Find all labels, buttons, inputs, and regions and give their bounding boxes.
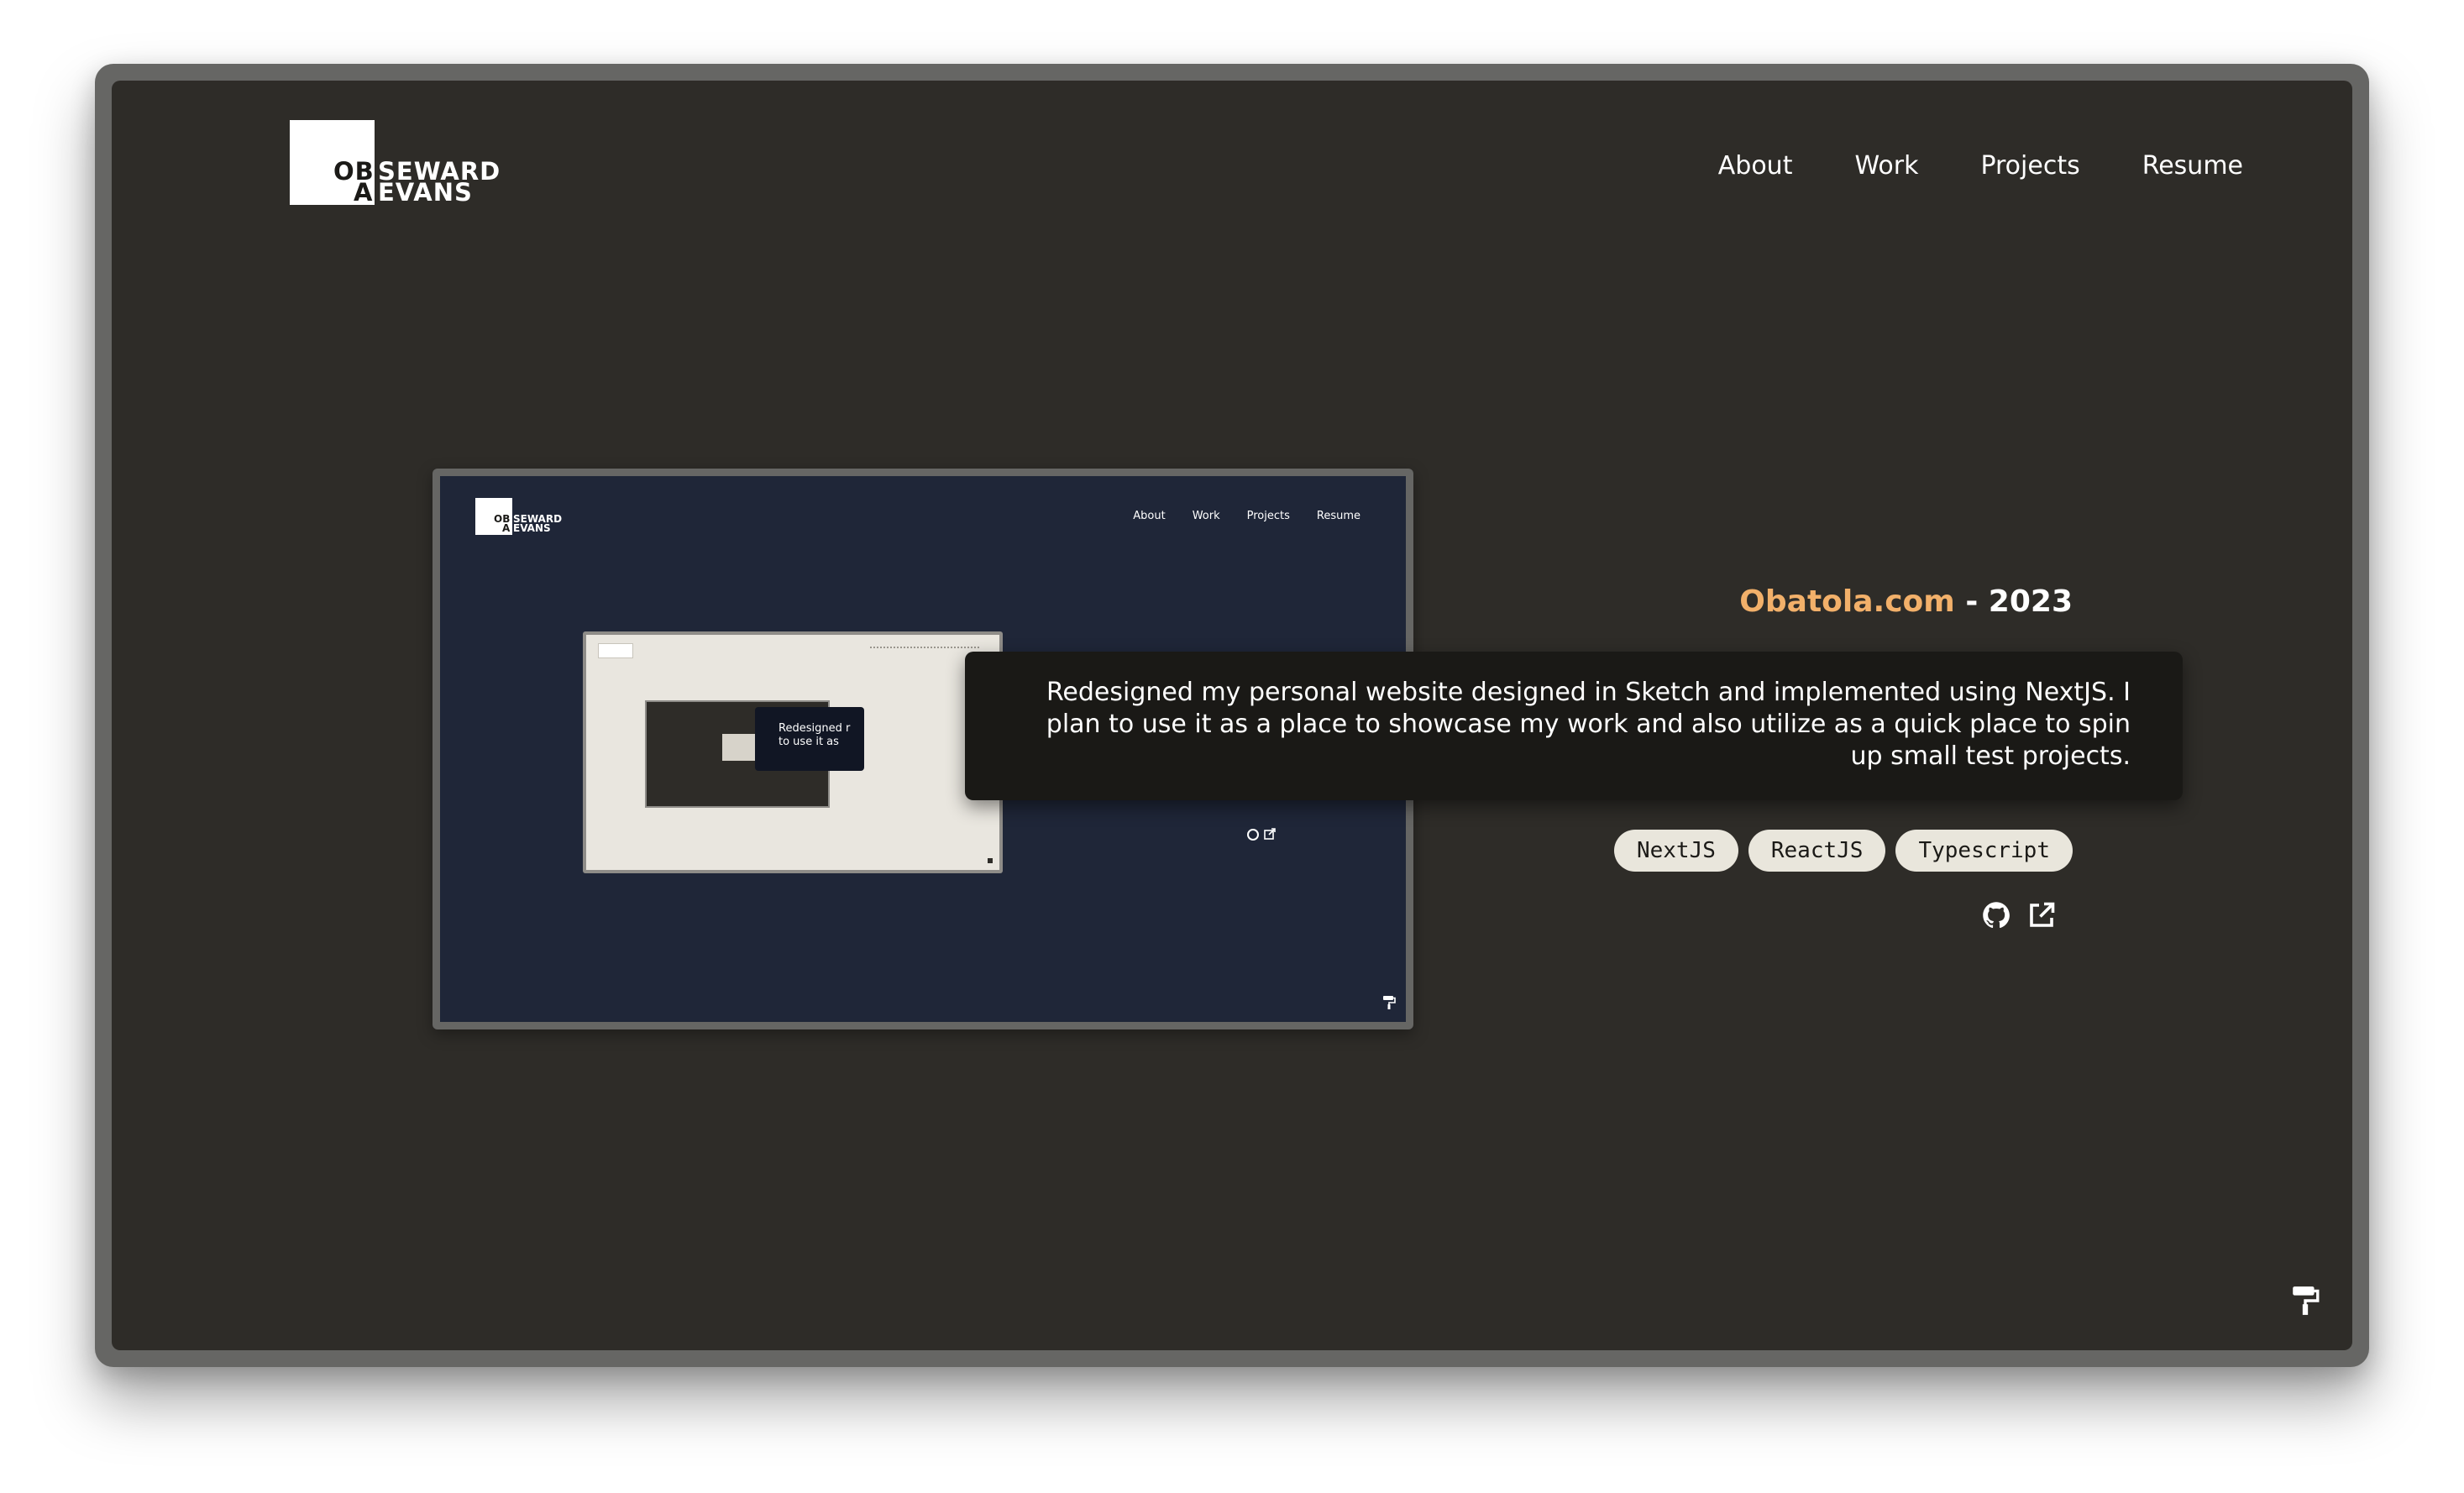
preview-github-icon <box>1247 828 1276 841</box>
project-description: Redesigned my personal website designed … <box>1046 678 2131 771</box>
project-tags: NextJS ReactJS Typescript <box>1613 830 2073 872</box>
preview-logo-line2: EVANS <box>513 522 551 534</box>
logo-line2: EVANS <box>378 178 473 207</box>
main-nav: About Work Projects Resume <box>1718 151 2243 181</box>
preview-paint-roller-icon <box>1383 996 1396 1009</box>
project-title: Obatola.com - 2023 <box>1739 584 2073 619</box>
github-icon[interactable] <box>1981 900 2011 930</box>
tag-typescript: Typescript <box>1895 830 2073 872</box>
external-link-icon[interactable] <box>2026 900 2057 930</box>
preview-nav-about: About <box>1133 510 1166 522</box>
website-screen: OB A SEWARD EVANS About Work Projects Re… <box>112 81 2352 1350</box>
preview-desc-line2: to use it as <box>779 736 839 748</box>
preview-description-card: Redesigned r to use it as <box>755 707 864 771</box>
preview-nav-work: Work <box>1192 510 1220 522</box>
site-logo[interactable]: OB A SEWARD EVANS <box>290 120 500 207</box>
nav-projects[interactable]: Projects <box>1980 151 2079 181</box>
preview-nav-projects: Projects <box>1246 510 1290 522</box>
tag-reactjs: ReactJS <box>1748 830 1886 872</box>
nested-nav <box>870 647 979 652</box>
preview-nav: About Work Projects Resume <box>1133 510 1360 522</box>
project-links <box>1981 900 2057 930</box>
project-description-card: Redesigned my personal website designed … <box>965 652 2183 800</box>
device-frame: OB A SEWARD EVANS About Work Projects Re… <box>95 64 2369 1367</box>
preview-logo-sub: A <box>502 522 511 534</box>
nav-work[interactable]: Work <box>1854 151 1918 181</box>
preview-link-icons <box>1246 827 1278 846</box>
nav-about[interactable]: About <box>1718 151 1793 181</box>
preview-desc-line1: Redesigned r <box>779 722 851 735</box>
paint-roller-icon[interactable] <box>2290 1285 2320 1317</box>
nav-resume[interactable]: Resume <box>2142 151 2243 181</box>
project-name[interactable]: Obatola.com <box>1739 584 1955 619</box>
logo-sub: A <box>354 178 374 207</box>
preview-logo: OB A SEWARD EVANS <box>475 498 568 537</box>
project-title-separator: - <box>1954 584 1989 619</box>
nested-logo <box>598 643 633 658</box>
project-year: 2023 <box>1988 584 2073 619</box>
nested-roller-icon <box>988 858 993 863</box>
tag-nextjs: NextJS <box>1613 830 1738 872</box>
preview-nav-resume: Resume <box>1316 510 1360 522</box>
